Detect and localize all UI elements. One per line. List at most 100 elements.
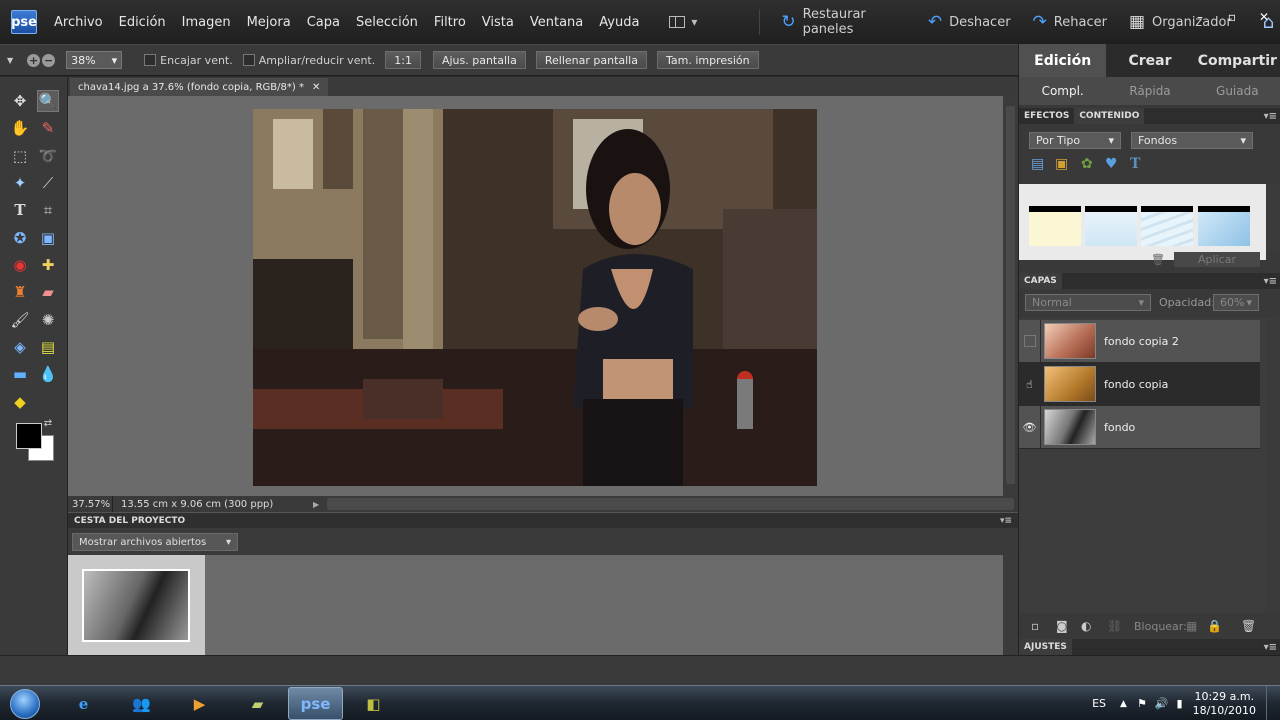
tab-contenido[interactable]: CONTENIDO [1074, 108, 1145, 124]
panel-menu-icon[interactable]: ▾≡ [1264, 276, 1277, 287]
backgrounds-filter-icon[interactable]: ▣ [1055, 156, 1068, 172]
content-item[interactable] [1141, 206, 1193, 246]
taskbar-camtasia[interactable]: ◧ [346, 687, 401, 720]
menu-seleccion[interactable]: Selección [348, 15, 426, 30]
taskbar-messenger[interactable]: 👥 [114, 687, 169, 720]
hand-tool-icon[interactable]: ✋ [9, 117, 31, 139]
redo-button[interactable]: ↷ Rehacer [1022, 12, 1118, 32]
canvas-horizontal-scrollbar[interactable] [327, 498, 1014, 510]
minimize-button[interactable]: – [1184, 0, 1216, 34]
network-icon[interactable]: ▮ [1177, 697, 1183, 710]
foreground-color-swatch[interactable] [16, 423, 42, 449]
sort-by-dropdown[interactable]: Por Tipo ▾ [1029, 132, 1121, 149]
menu-vista[interactable]: Vista [474, 15, 522, 30]
zoom-status[interactable]: 37.57% [68, 496, 113, 512]
project-bin-thumbnail[interactable] [82, 569, 190, 642]
tab-rapida[interactable]: Rápida [1106, 77, 1193, 105]
shapes-filter-icon[interactable]: ♥ [1105, 156, 1118, 172]
fit-window-checkbox[interactable]: Encajar vent. [144, 54, 233, 67]
new-adjustment-layer-icon[interactable]: ◙ [1056, 619, 1068, 633]
recompose-tool-icon[interactable]: ▣ [37, 227, 59, 249]
scroll-thumb[interactable] [1006, 106, 1015, 484]
content-scrollbar[interactable] [1266, 184, 1280, 250]
adjustments-title[interactable]: AJUSTES [1019, 639, 1072, 655]
move-tool-icon[interactable]: ✥ [9, 90, 31, 112]
add-mask-icon[interactable]: ◐ [1081, 619, 1091, 633]
zoom-level-select[interactable]: 38% ▾ [66, 51, 123, 69]
tab-compartir[interactable]: Compartir [1193, 44, 1280, 77]
frames-filter-icon[interactable]: ▤ [1031, 156, 1044, 172]
start-button[interactable] [5, 687, 45, 720]
menu-imagen[interactable]: Imagen [174, 15, 239, 30]
layers-scrollbar[interactable] [1266, 318, 1280, 613]
restore-panels-button[interactable]: ↻ Restaurar paneles [770, 7, 916, 37]
project-bin-dropdown[interactable]: Mostrar archivos abiertos ▾ [72, 533, 238, 551]
menu-ayuda[interactable]: Ayuda [591, 15, 647, 30]
eyedropper-tool-icon[interactable]: ✎ [37, 117, 59, 139]
layer-visibility-toggle[interactable] [1019, 319, 1041, 363]
menu-filtro[interactable]: Filtro [426, 15, 474, 30]
red-eye-tool-icon[interactable]: ◉ [9, 254, 31, 276]
lock-transparency-icon[interactable]: ▦ [1186, 619, 1197, 633]
maximize-button[interactable]: ▫ [1216, 0, 1248, 34]
undo-button[interactable]: ↶ Deshacer [917, 12, 1022, 32]
canvas-vertical-scrollbar[interactable] [1003, 96, 1018, 496]
text-tool-icon[interactable]: T [9, 199, 31, 221]
close-icon[interactable]: ✕ [312, 82, 320, 93]
close-button[interactable]: ✕ [1248, 0, 1280, 34]
new-layer-icon[interactable]: ▫ [1031, 619, 1039, 633]
apply-button[interactable]: Aplicar [1174, 252, 1260, 267]
taskbar-photoshop-elements[interactable]: pse [288, 687, 343, 720]
language-indicator[interactable]: ES [1092, 697, 1106, 710]
crop-tool-icon[interactable]: ⌗ [37, 199, 59, 221]
blend-mode-dropdown[interactable]: Normal ▾ [1025, 294, 1151, 311]
taskbar-sticky-notes[interactable]: ▰ [230, 687, 285, 720]
layer-visibility-toggle[interactable]: 👁 [1019, 405, 1041, 449]
healing-brush-tool-icon[interactable]: ✚ [37, 254, 59, 276]
menu-ventana[interactable]: Ventana [522, 15, 591, 30]
zoom-in-icon[interactable]: + [27, 53, 41, 67]
action-center-icon[interactable]: ⚑ [1137, 697, 1147, 710]
menu-mejora[interactable]: Mejora [239, 15, 299, 30]
graphics-filter-icon[interactable]: ✿ [1081, 156, 1093, 172]
tab-edicion[interactable]: Edición [1019, 44, 1107, 77]
content-item[interactable] [1198, 206, 1250, 246]
fill-screen-button[interactable]: Rellenar pantalla [535, 51, 647, 69]
menu-edicion[interactable]: Edición [111, 15, 174, 30]
menu-archivo[interactable]: Archivo [46, 15, 111, 30]
layer-visibility-toggle[interactable]: ☝ [1019, 362, 1041, 406]
content-item[interactable] [1029, 206, 1081, 246]
tool-preset-chevron-icon[interactable]: ▼ [7, 56, 13, 65]
paint-bucket-tool-icon[interactable]: ◈ [9, 336, 31, 358]
panel-menu-icon[interactable]: ▾≡ [1000, 516, 1012, 526]
taskbar-internet-explorer[interactable]: e [56, 687, 111, 720]
content-item[interactable] [1085, 206, 1137, 246]
project-bin-item[interactable] [68, 555, 205, 655]
brush-tool-icon[interactable]: 🖌 [9, 309, 31, 331]
magic-wand-tool-icon[interactable]: ✦ [9, 172, 31, 194]
fit-screen-button[interactable]: Ajus. pantalla [432, 51, 526, 69]
project-bin-scrollbar[interactable] [1003, 555, 1018, 655]
lasso-tool-icon[interactable]: ➰ [37, 145, 59, 167]
document-tab[interactable]: chava14.jpg a 37.6% (fondo copia, RGB/8*… [70, 78, 329, 96]
layer-row[interactable]: 👁 fondo [1019, 405, 1260, 449]
show-desktop-button[interactable] [1266, 686, 1280, 720]
document-image[interactable] [253, 109, 817, 486]
actual-pixels-button[interactable]: 1:1 [385, 51, 421, 69]
play-icon[interactable]: ▶ [313, 500, 323, 509]
swap-colors-icon[interactable]: ⇄ [42, 417, 54, 429]
layer-row[interactable]: ☝ fondo copia [1019, 362, 1260, 406]
sponge-tool-icon[interactable]: ◆ [9, 391, 31, 413]
gradient-tool-icon[interactable]: ▤ [37, 336, 59, 358]
eraser-tool-icon[interactable]: ▰ [37, 281, 59, 303]
trash-icon[interactable]: 🗑 [1241, 619, 1256, 633]
tab-guiada[interactable]: Guiada [1194, 77, 1280, 105]
show-hidden-icons[interactable]: ▲ [1120, 699, 1127, 709]
smart-brush-tool-icon[interactable]: ✺ [37, 309, 59, 331]
tab-crear[interactable]: Crear [1106, 44, 1194, 77]
volume-icon[interactable]: 🔊 [1155, 697, 1169, 710]
tab-efectos[interactable]: EFECTOS [1019, 108, 1074, 124]
layer-row[interactable]: fondo copia 2 [1019, 319, 1260, 363]
link-layers-icon[interactable]: ⛓ [1107, 619, 1122, 633]
blur-tool-icon[interactable]: 💧 [37, 363, 59, 385]
